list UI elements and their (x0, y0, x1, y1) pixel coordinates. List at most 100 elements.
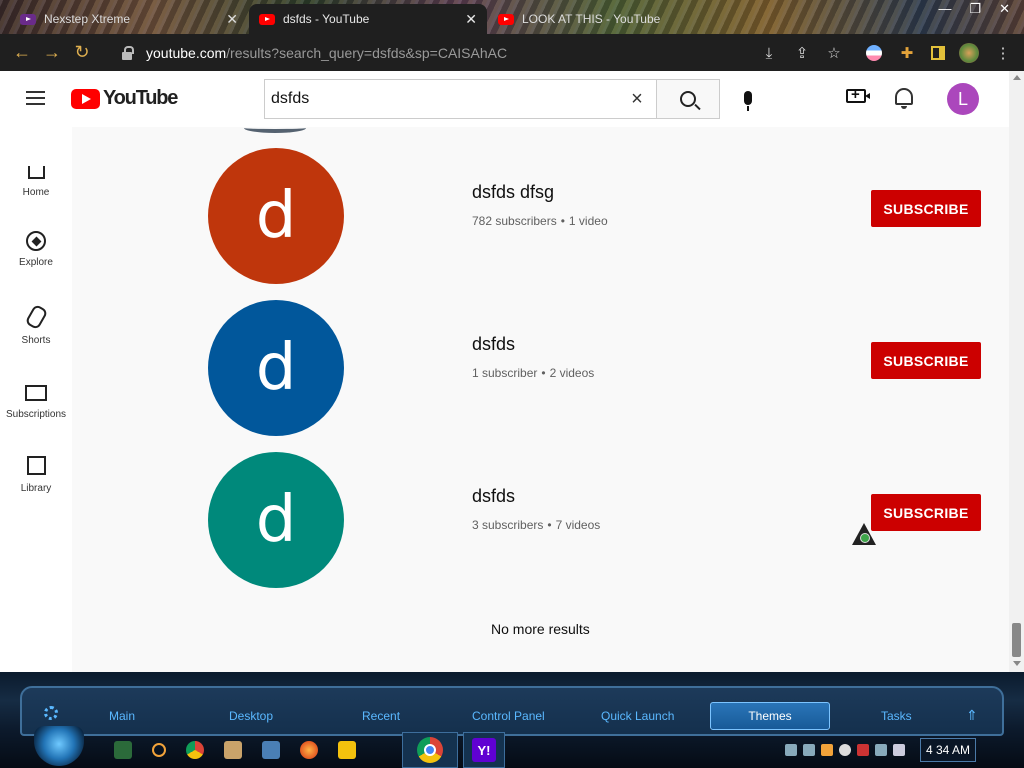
search-button[interactable] (656, 79, 720, 119)
sidebar-item-home[interactable]: Home (0, 137, 72, 207)
folder-icon[interactable] (338, 741, 356, 759)
scrollbar-thumb[interactable] (1012, 623, 1021, 657)
tab-nexstep[interactable]: Nexstep Xtreme ✕ (10, 4, 248, 34)
channel-avatar-letter: d (255, 331, 297, 405)
book-icon[interactable] (224, 741, 242, 759)
menu-recent[interactable]: Recent (362, 709, 400, 723)
menu-icon[interactable]: ⋮ (992, 42, 1014, 64)
microphone-icon (744, 91, 752, 111)
chrome-task-button[interactable] (402, 732, 458, 768)
clear-search-icon[interactable]: × (627, 89, 647, 109)
firefox-icon[interactable] (300, 741, 318, 759)
logo-text: YouTube (103, 87, 178, 109)
channel-name[interactable]: dsfds (472, 486, 515, 507)
tab-close-icon[interactable]: ✕ (226, 11, 238, 28)
menu-control-panel[interactable]: Control Panel (472, 709, 545, 723)
star-icon[interactable]: ☆ (823, 42, 845, 64)
reload-icon[interactable]: ↻ (67, 38, 97, 68)
channel-avatar[interactable]: d (208, 148, 344, 284)
transfer-icon[interactable] (803, 744, 815, 756)
youtube-favicon-icon (498, 13, 514, 25)
restore-icon[interactable]: ❐ (969, 1, 981, 17)
channel-name[interactable]: dsfds (472, 334, 515, 355)
tab-close-icon[interactable]: ✕ (465, 11, 477, 28)
security-icon[interactable] (857, 744, 869, 756)
back-arrow-icon[interactable]: ← (7, 38, 37, 68)
channel-avatar[interactable]: d (208, 452, 344, 588)
create-video-icon[interactable] (846, 86, 870, 103)
search-app-icon[interactable] (152, 743, 166, 757)
address-bar[interactable]: youtube.com/results?search_query=dsfds&s… (108, 38, 848, 67)
search-tray-icon[interactable] (821, 744, 833, 756)
lock-icon (122, 45, 134, 60)
tab-title: Nexstep Xtreme (44, 12, 131, 26)
channel-avatar-letter: d (255, 483, 297, 557)
yahoo-messenger-task-button[interactable]: Y! (463, 732, 505, 768)
channel-name[interactable]: dsfds dfsg (472, 182, 554, 203)
menu-main[interactable]: Main (109, 709, 135, 723)
account-avatar[interactable]: L (947, 83, 979, 115)
mini-guide-sidebar: Home Explore Shorts Subscriptions Librar… (0, 127, 72, 672)
subscriber-count: 782 subscribers (472, 214, 557, 228)
shorts-icon (24, 305, 48, 329)
notifications-bell-icon[interactable] (895, 88, 913, 109)
scroll-up-arrow-icon[interactable] (1013, 75, 1021, 80)
install-icon[interactable]: ⤓ (758, 42, 780, 64)
account-icon[interactable] (958, 42, 980, 64)
search-input[interactable]: dsfds × (264, 79, 657, 119)
mouse-cursor-icon (852, 523, 876, 545)
sidebar-item-shorts[interactable]: Shorts (0, 285, 72, 355)
forward-arrow-icon[interactable]: → (37, 38, 67, 68)
sidebar-item-label: Subscriptions (5, 409, 67, 420)
sidebar-item-explore[interactable]: Explore (0, 211, 72, 281)
subscriber-count: 3 subscribers (472, 518, 544, 532)
menu-desktop[interactable]: Desktop (229, 709, 273, 723)
desktop-taskbar: Main Desktop Recent Control Panel Quick … (0, 672, 1024, 768)
tab-look-at-this[interactable]: LOOK AT THIS - YouTube (490, 4, 680, 34)
network-icon[interactable] (785, 744, 797, 756)
sidebar-item-label: Shorts (21, 335, 51, 346)
subscribe-button[interactable]: SUBSCRIBE (871, 190, 981, 227)
sidebar-item-library[interactable]: Library (0, 433, 72, 503)
sidebar-item-label: Explore (19, 257, 53, 268)
youtube-logo[interactable]: YouTube (71, 87, 178, 110)
channel-result[interactable]: d dsfds 1 subscriber • 2 videos SUBSCRIBE (72, 292, 1009, 444)
compass-icon (26, 231, 46, 251)
chrome-icon[interactable] (186, 741, 204, 759)
channel-result[interactable]: d dsfds 3 subscribers • 7 videos SUBSCRIBE (72, 444, 1009, 596)
expand-arrow-icon[interactable]: ⇑ (966, 707, 978, 724)
extensions-icon[interactable]: ✚ (896, 42, 918, 64)
browser-tab-strip: Nexstep Xtreme ✕ dsfds - YouTube ✕ LOOK … (0, 0, 1024, 34)
start-orb-icon[interactable] (34, 726, 84, 766)
page-scrollbar[interactable] (1009, 71, 1024, 672)
menu-themes[interactable]: Themes (710, 702, 830, 730)
screen-icon[interactable] (262, 741, 280, 759)
profile-flag-icon[interactable] (863, 42, 885, 64)
tab-youtube-active[interactable]: dsfds - YouTube ✕ (249, 4, 487, 34)
close-window-icon[interactable]: ✕ (999, 1, 1010, 17)
search-icon (680, 91, 696, 107)
menu-tasks[interactable]: Tasks (881, 709, 912, 723)
minimize-icon[interactable]: — (938, 1, 951, 17)
sidebar-item-subscriptions[interactable]: Subscriptions (0, 359, 72, 429)
channel-meta: 782 subscribers • 1 video (472, 214, 608, 228)
display-icon[interactable] (875, 744, 887, 756)
sidebar-icon[interactable] (927, 42, 949, 64)
hamburger-menu-icon[interactable] (26, 91, 45, 105)
subscribe-button[interactable]: SUBSCRIBE (871, 494, 981, 531)
separator-dot: • (541, 366, 546, 380)
gear-icon[interactable] (44, 706, 58, 720)
volume-icon[interactable] (893, 744, 905, 756)
minus-icon[interactable] (839, 744, 851, 756)
channel-meta: 1 subscriber • 2 videos (472, 366, 594, 380)
scroll-down-arrow-icon[interactable] (1013, 661, 1021, 666)
channel-result[interactable]: d dsfds dfsg 782 subscribers • 1 video SUB… (72, 140, 1009, 292)
terminal-icon[interactable] (114, 741, 132, 759)
taskbar-clock[interactable]: 4 34 AM (920, 738, 976, 762)
menu-quick-launch[interactable]: Quick Launch (601, 709, 674, 723)
subscribe-button[interactable]: SUBSCRIBE (871, 342, 981, 379)
voice-search-button[interactable] (737, 85, 759, 111)
channel-avatar[interactable]: d (208, 300, 344, 436)
no-more-results-text: No more results (491, 621, 590, 637)
share-icon[interactable]: ⇪ (791, 42, 813, 64)
